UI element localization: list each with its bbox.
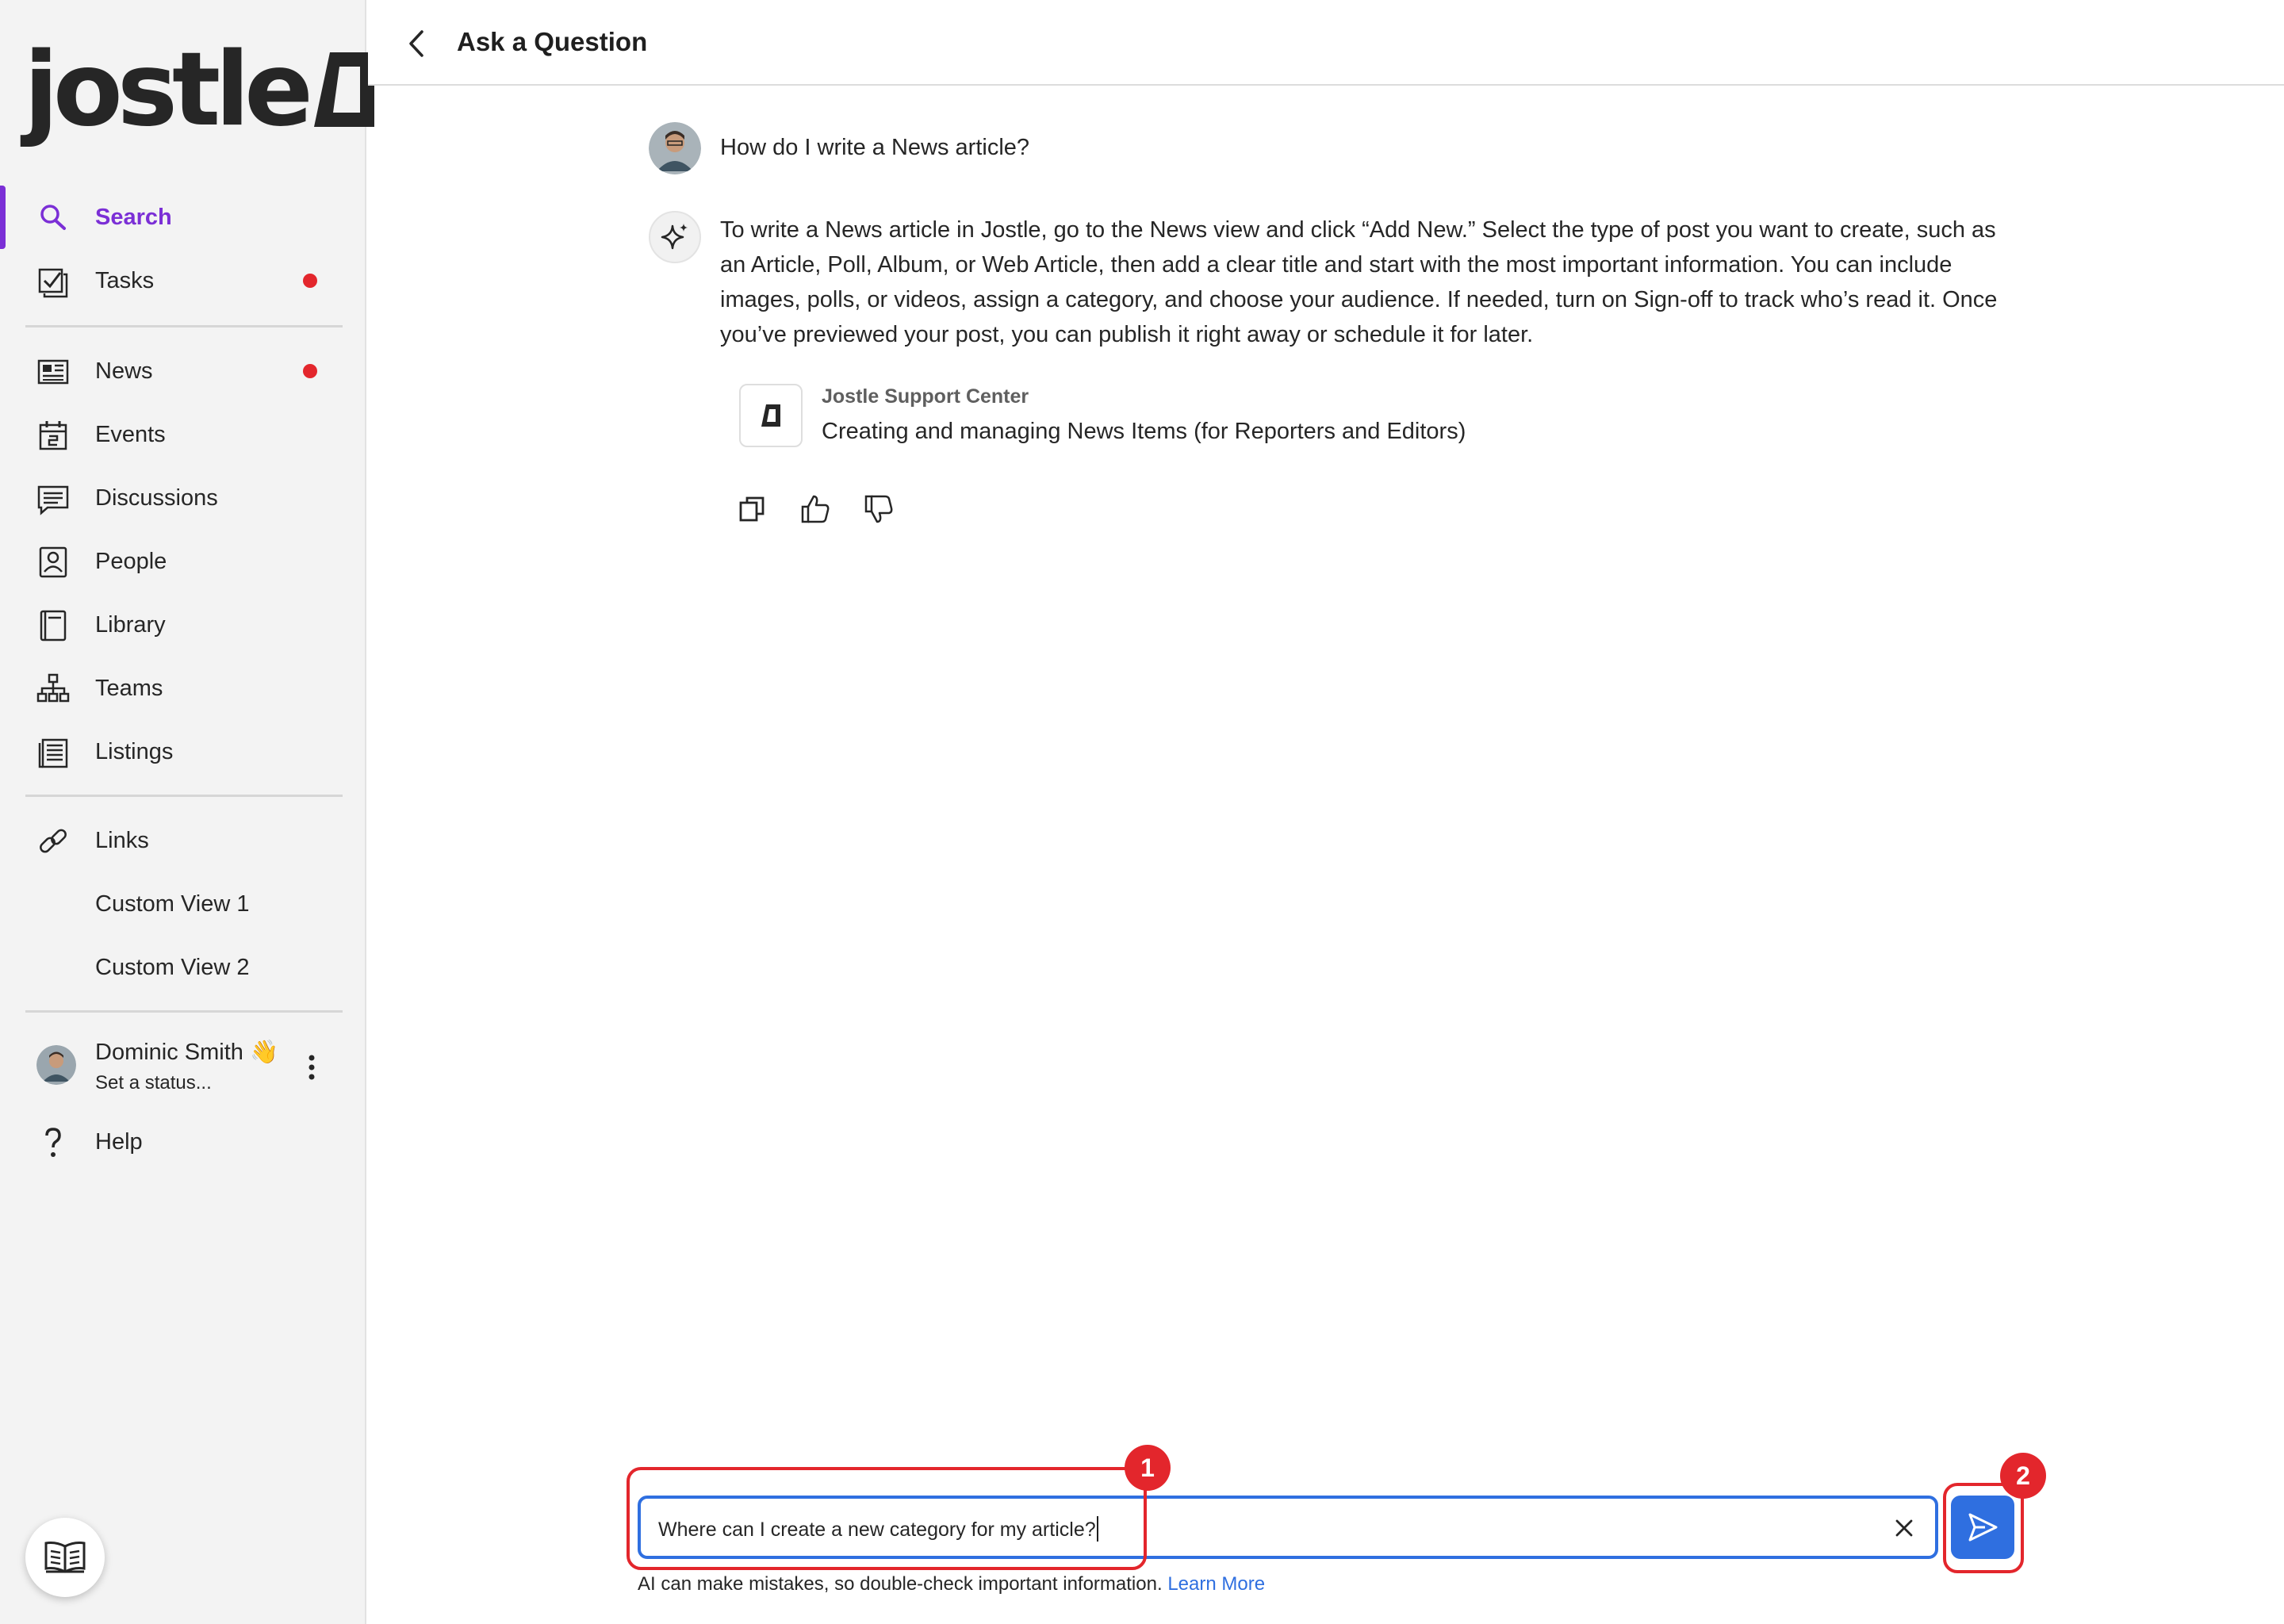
sidebar-item-custom-view-2[interactable]: Custom View 2	[0, 936, 366, 999]
ai-disclaimer: AI can make mistakes, so double-check im…	[638, 1573, 1266, 1595]
sparkle-icon	[661, 224, 688, 250]
close-icon[interactable]	[1891, 1515, 1918, 1542]
sidebar-divider	[25, 795, 343, 797]
sidebar-divider	[25, 1010, 343, 1013]
avatar	[649, 122, 701, 174]
sidebar-item-label: Events	[95, 421, 166, 447]
teams-icon	[36, 673, 70, 703]
sidebar-item-teams[interactable]: Teams	[0, 657, 366, 720]
library-icon	[40, 610, 67, 642]
sidebar-item-help[interactable]: Help	[0, 1110, 366, 1174]
link-icon	[40, 829, 67, 853]
user-question: How do I write a News article?	[720, 135, 1030, 160]
sidebar-item-label: Custom View 2	[95, 954, 250, 980]
learn-more-link[interactable]: Learn More	[1167, 1573, 1265, 1595]
sidebar-item-label: News	[95, 358, 153, 384]
sidebar-item-people[interactable]: People	[0, 530, 366, 593]
sidebar-item-links[interactable]: Links	[0, 809, 366, 872]
calendar-icon	[39, 421, 67, 450]
tasks-icon	[38, 268, 68, 298]
user-status[interactable]: Set a status...	[95, 1072, 212, 1094]
sidebar-item-label: Listings	[95, 738, 174, 764]
sidebar-item-label: Tasks	[95, 267, 155, 293]
sidebar-item-label: Links	[95, 827, 149, 853]
sidebar-item-events[interactable]: Events	[0, 403, 366, 466]
back-arrow-icon[interactable]	[400, 24, 436, 63]
sidebar-item-label: Custom View 1	[95, 891, 250, 917]
copy-icon[interactable]	[734, 492, 769, 527]
source-name: Jostle Support Center	[822, 385, 1029, 408]
search-icon	[40, 205, 66, 230]
thumbs-up-icon[interactable]	[798, 492, 833, 527]
jostle-logo[interactable]: jostle	[24, 40, 376, 151]
callout-box-send	[1943, 1483, 2024, 1573]
page-title: Ask a Question	[457, 27, 648, 56]
sidebar-item-news[interactable]: News	[0, 339, 366, 403]
ai-avatar	[649, 211, 701, 263]
open-book-icon	[44, 1542, 86, 1573]
sidebar-item-discussions[interactable]: Discussions	[0, 466, 366, 530]
callout-badge-2: 2	[2000, 1453, 2046, 1499]
jostle-logo-mark-icon	[761, 404, 780, 427]
logo-wordmark: jostle	[24, 31, 313, 149]
sidebar-item-label: Teams	[95, 675, 163, 701]
callout-badge-1: 1	[1125, 1445, 1171, 1491]
user-name: Dominic Smith 👋	[95, 1040, 279, 1065]
guide-button[interactable]	[25, 1518, 105, 1597]
discussions-icon	[37, 485, 69, 515]
sidebar: jostle Search Tasks News Events Discussi…	[0, 0, 374, 1624]
notification-dot	[303, 274, 317, 288]
listings-icon	[38, 738, 68, 768]
page-header: Ask a Question	[368, 0, 2284, 86]
avatar	[36, 1045, 76, 1085]
help-icon	[45, 1128, 61, 1157]
sidebar-item-label: People	[95, 548, 167, 574]
ai-answer: To write a News article in Jostle, go to…	[720, 217, 1998, 347]
sidebar-item-custom-view-1[interactable]: Custom View 1	[0, 872, 366, 936]
sidebar-divider	[25, 325, 343, 327]
source-logo[interactable]	[739, 384, 803, 447]
jostle-logo-mark-icon	[313, 52, 374, 127]
callout-box-input	[627, 1467, 1147, 1570]
sidebar-item-tasks[interactable]: Tasks	[0, 249, 366, 312]
user-profile[interactable]: Dominic Smith 👋 Set a status...	[0, 1036, 366, 1099]
news-icon	[37, 359, 69, 385]
more-options-icon[interactable]	[300, 1053, 324, 1082]
sidebar-item-label: Search	[95, 204, 172, 230]
notification-dot	[303, 364, 317, 378]
sidebar-item-search[interactable]: Search	[0, 186, 366, 249]
wave-emoji-icon: 👋	[250, 1040, 279, 1065]
people-icon	[39, 546, 67, 578]
thumbs-down-icon[interactable]	[861, 492, 896, 527]
sidebar-item-listings[interactable]: Listings	[0, 720, 366, 783]
sidebar-item-label: Library	[95, 611, 166, 638]
sidebar-item-library[interactable]: Library	[0, 593, 366, 657]
sidebar-item-label: Discussions	[95, 485, 218, 511]
source-link[interactable]: Creating and managing News Items (for Re…	[822, 419, 1466, 445]
sidebar-item-label: Help	[95, 1128, 143, 1155]
